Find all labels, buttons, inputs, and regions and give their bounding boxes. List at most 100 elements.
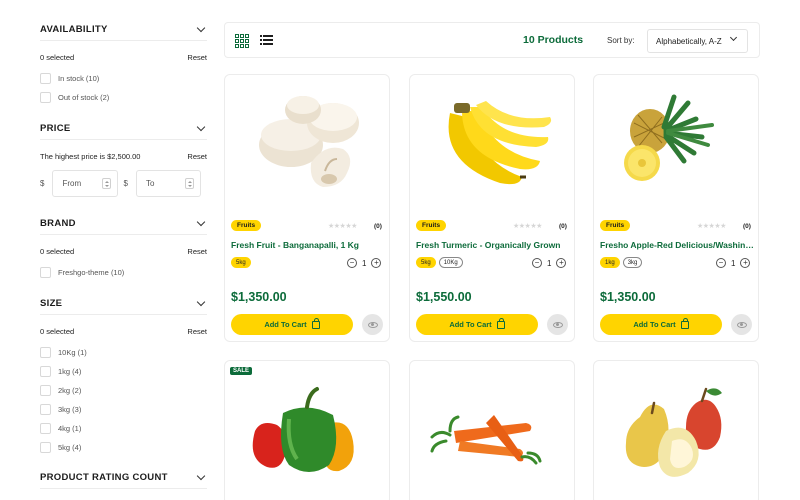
selected-count: 0 selected	[40, 326, 75, 336]
chevron-down-icon[interactable]	[196, 471, 206, 481]
filter-option[interactable]: 4kg (1)	[40, 419, 207, 438]
checkbox[interactable]	[40, 385, 51, 396]
product-name[interactable]: Fresho Apple-Red Delicious/Washington, 1…	[600, 240, 754, 250]
product-card[interactable]	[593, 360, 759, 500]
weight-option[interactable]: 5kg	[231, 257, 251, 268]
product-name[interactable]: Fresh Turmeric - Organically Grown	[416, 240, 570, 250]
plus-icon[interactable]: +	[371, 258, 382, 268]
reset-link[interactable]: Reset	[187, 247, 207, 256]
filter-title: BRAND	[40, 218, 76, 229]
minus-icon[interactable]: −	[532, 258, 542, 268]
sort-value: Alphabetically, A-Z	[656, 36, 722, 46]
product-image-pears[interactable]	[594, 361, 758, 496]
quantity-value[interactable]: 1	[547, 259, 551, 268]
checkbox[interactable]	[40, 73, 51, 84]
chevron-down-icon[interactable]	[196, 217, 206, 227]
chevron-down-icon[interactable]	[196, 122, 206, 132]
price-from-input[interactable]: From	[52, 170, 118, 197]
filter-option[interactable]: Freshgo-theme (10)	[40, 263, 207, 282]
filter-status-row: The highest price is $2,500.00 Reset	[40, 149, 207, 163]
quick-view-button[interactable]	[547, 314, 568, 335]
quantity-value[interactable]: 1	[731, 259, 735, 268]
chevron-down-icon[interactable]	[196, 23, 206, 33]
category-badge[interactable]: Fruits	[600, 220, 631, 231]
quantity-stepper: − 1 +	[347, 258, 382, 268]
minus-icon[interactable]: −	[716, 258, 726, 268]
add-to-cart-button[interactable]: Add To Cart	[600, 314, 722, 335]
category-badge[interactable]: Fruits	[416, 220, 447, 231]
quantity-value[interactable]: 1	[362, 259, 366, 268]
reset-link[interactable]: Reset	[187, 152, 207, 161]
filter-option[interactable]: 10Kg (1)	[40, 343, 207, 362]
list-view-icon[interactable]	[260, 35, 273, 47]
eye-icon	[552, 321, 563, 328]
minus-icon[interactable]: −	[347, 258, 357, 268]
product-card[interactable]: Fruits ★★★★★ (0) Fresh Fruit - Banganapa…	[224, 74, 390, 342]
price-to-input[interactable]: To	[135, 170, 201, 197]
add-to-cart-button[interactable]: Add To Cart	[231, 314, 353, 335]
chevron-down-icon[interactable]	[196, 297, 206, 307]
checkbox[interactable]	[40, 366, 51, 377]
filter-option[interactable]: 2kg (2)	[40, 381, 207, 400]
rating-stars: ★★★★★	[697, 223, 726, 230]
checkbox[interactable]	[40, 267, 51, 278]
plus-icon[interactable]: +	[556, 258, 567, 268]
quick-view-button[interactable]	[362, 314, 383, 335]
filter-option[interactable]: 5kg (4)	[40, 438, 207, 457]
quick-view-button[interactable]	[731, 314, 752, 335]
product-name[interactable]: Fresh Fruit - Banganapalli, 1 Kg	[231, 240, 385, 250]
price-range: $ From $ To	[40, 170, 207, 197]
option-label: 2kg (2)	[58, 386, 82, 395]
collection-toolbar: 10 Products Sort by: Alphabetically, A-Z	[224, 22, 760, 58]
filter-option[interactable]: 1kg (4)	[40, 362, 207, 381]
weight-option[interactable]: 3kg	[622, 257, 643, 268]
brand-header[interactable]: BRAND	[40, 213, 207, 235]
size-header[interactable]: SIZE	[40, 293, 207, 315]
category-badge[interactable]: Fruits	[231, 220, 262, 231]
checkbox[interactable]	[40, 347, 51, 358]
quantity-stepper: − 1 +	[716, 258, 751, 268]
checkbox[interactable]	[40, 442, 51, 453]
filter-option[interactable]: Out of stock (2)	[40, 88, 207, 107]
product-card[interactable]: Fruits ★★★★★ (0) Fresho Apple-Red Delici…	[593, 74, 759, 342]
spinner-icon[interactable]	[185, 178, 194, 189]
product-image-bell-peppers[interactable]	[225, 361, 389, 496]
plus-icon[interactable]: +	[740, 258, 751, 268]
product-image-carrots[interactable]	[410, 361, 574, 496]
filter-title: PRICE	[40, 123, 71, 134]
product-price: $1,350.00	[600, 290, 656, 304]
sort-select[interactable]: Alphabetically, A-Z	[647, 29, 748, 53]
product-image-pineapple[interactable]	[594, 75, 758, 210]
checkbox[interactable]	[40, 404, 51, 415]
product-card[interactable]	[409, 360, 575, 500]
weight-options: 5kg	[231, 257, 251, 268]
add-to-cart-button[interactable]: Add To Cart	[416, 314, 538, 335]
product-card[interactable]: SALE	[224, 360, 390, 500]
weight-options: 5kg 10Kg	[416, 257, 463, 268]
product-image-mushrooms[interactable]	[225, 75, 389, 210]
product-card[interactable]: Fruits ★★★★★ (0) Fresh Turmeric - Organi…	[409, 74, 575, 342]
eye-icon	[736, 321, 747, 328]
filter-option[interactable]: 3kg (3)	[40, 400, 207, 419]
price-filter: PRICE The highest price is $2,500.00 Res…	[40, 118, 207, 197]
grid-view-icon[interactable]	[235, 34, 249, 48]
product-image-bananas[interactable]	[410, 75, 574, 210]
weight-option[interactable]: 1kg	[600, 257, 620, 268]
filter-option[interactable]: In stock (10)	[40, 69, 207, 88]
rating-count: (0)	[743, 223, 751, 230]
checkbox[interactable]	[40, 423, 51, 434]
product-price: $1,550.00	[416, 290, 472, 304]
rating-stars: ★★★★★	[513, 223, 542, 230]
rating-header[interactable]: PRODUCT RATING COUNT	[40, 467, 207, 489]
availability-header[interactable]: AVAILABILITY	[40, 19, 207, 41]
weight-option[interactable]: 5kg	[416, 257, 436, 268]
reset-link[interactable]: Reset	[187, 327, 207, 336]
shopping-bag-icon	[311, 317, 320, 329]
reset-link[interactable]: Reset	[187, 53, 207, 62]
checkbox[interactable]	[40, 92, 51, 103]
weight-option[interactable]: 10Kg	[438, 257, 463, 268]
option-label: 5kg (4)	[58, 443, 82, 452]
spinner-icon[interactable]	[101, 178, 111, 189]
add-to-cart-label: Add To Cart	[449, 320, 492, 329]
price-header[interactable]: PRICE	[40, 118, 207, 140]
